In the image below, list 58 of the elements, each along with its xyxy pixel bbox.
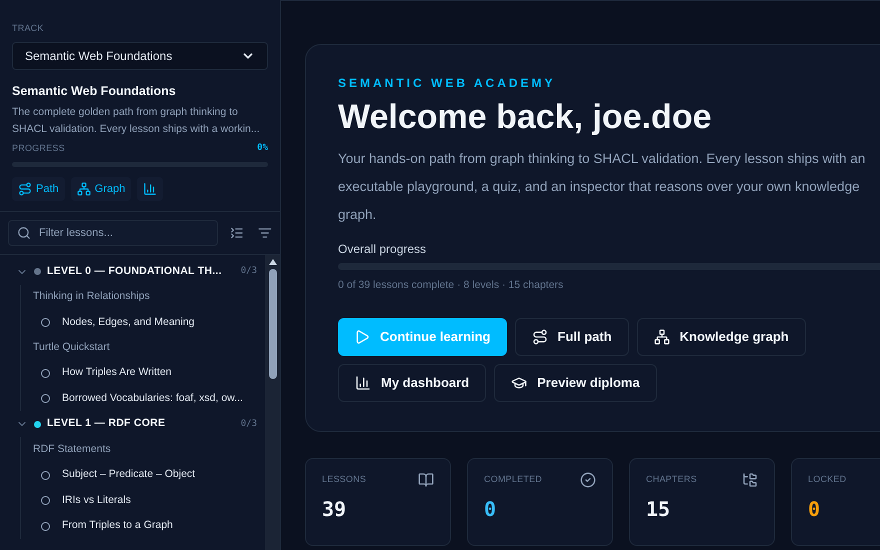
route-icon [18,182,32,196]
filter-input[interactable]: Filter lessons... [39,220,218,245]
lesson-item[interactable]: How Triples Are Written [62,365,172,381]
hero-description: Your hands-on path from graph thinking to SHACL validation. Every lesson ships with an executable playground, a quiz, and an inspector that reasons over your own knowledge graph. [338,150,866,224]
track-title: Semantic Web Foundations [12,82,177,100]
overall-progress-label: Overall progress [338,241,428,257]
level-title: LEVEL 1 — RDF CORE [47,416,166,432]
book-icon [418,472,434,488]
route-icon [532,329,548,345]
action-button[interactable]: Full path [514,318,629,356]
welcome-heading: Welcome back, joe.doe [338,97,713,138]
scrollbar[interactable] [265,254,280,550]
eyebrow: SEMANTIC WEB ACADEMY [338,75,557,91]
stat-value: 0 [808,497,822,521]
action-button[interactable]: Knowledge graph [636,318,806,356]
chapter-title: Turtle Quickstart [33,340,111,355]
track-description: The complete golden path from graph thinking to SHACL validation. Every lesson ships with a workin... [12,105,261,138]
progress-value: 0% [257,142,268,156]
collapse-all-icon[interactable] [230,226,244,240]
level-header[interactable]: LEVEL 1 — RDF CORE 0/3 [16,411,257,438]
stat-value: 15 [646,497,672,521]
list-filter-icon[interactable] [258,226,272,240]
level-title: LEVEL 0 — FOUNDATIONAL TH... [47,264,223,279]
stat-value: 0 [484,497,498,521]
check-circle-icon [580,472,596,488]
nav-link[interactable]: Path [12,176,65,201]
lesson-item[interactable]: Nodes, Edges, and Meaning [62,314,195,330]
search-icon [17,226,31,240]
lesson-item[interactable]: Borrowed Vocabularies: foaf, xsd, ow... [62,390,243,406]
level-count: 0/3 [240,265,257,278]
chapter-title: RDF Statements [33,442,112,457]
chapter-title: Thinking in Relationships [33,289,151,304]
level-count: 0/3 [240,418,257,430]
filter-field[interactable]: Filter lessons... [8,220,218,246]
folder-tree-icon [742,472,758,488]
network-icon [654,329,670,345]
stat-value: 39 [322,497,348,521]
bar-chart-icon [355,375,371,391]
network-icon [76,182,91,196]
lesson-item[interactable]: From Triples to a Graph [62,518,173,534]
level-header[interactable]: LEVEL 0 — FOUNDATIONAL TH... 0/3 [16,258,257,285]
bar-chart-icon [143,182,158,196]
stat-label: LESSONS [322,473,366,486]
action-button[interactable]: Preview diploma [494,364,657,402]
lesson-item[interactable]: Subject – Predicate – Object [62,467,196,483]
stat-label: COMPLETED [484,473,542,486]
graduation-cap-icon [511,375,528,391]
action-button[interactable]: My dashboard [338,364,486,402]
progress-label: PROGRESS [12,142,65,156]
lesson-item[interactable]: IRIs vs Literals [62,492,131,508]
progress-summary: 0 of 39 lessons complete · 8 levels · 15 chapters [338,278,564,292]
nav-link[interactable] [137,176,164,201]
play-icon [354,329,370,345]
track-select[interactable]: Semantic Web Foundations [12,42,268,70]
stat-label: CHAPTERS [646,473,697,486]
nav-link[interactable]: Graph [70,176,132,201]
track-label: TRACK [12,22,45,35]
stat-label: LOCKED [808,473,846,486]
